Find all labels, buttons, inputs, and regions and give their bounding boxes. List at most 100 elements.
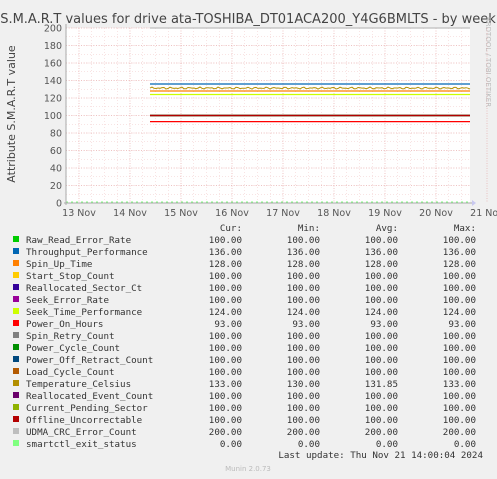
legend-series-name: Load_Cycle_Count (26, 367, 115, 378)
y-tick-label: 0 (56, 199, 62, 210)
legend-value: 100.00 (209, 415, 242, 426)
legend-value: 100.00 (443, 403, 476, 414)
legend-value: 100.00 (209, 235, 242, 246)
legend-value: 136.00 (287, 247, 320, 258)
legend-header: Avg: (376, 223, 398, 234)
legend-value: 100.00 (365, 271, 398, 282)
legend-header: Min: (298, 223, 320, 234)
legend-value: 100.00 (443, 235, 476, 246)
legend-swatch (13, 392, 19, 398)
legend-value: 128.00 (287, 259, 320, 270)
legend-value: 0.00 (376, 439, 398, 450)
legend-value: 124.00 (287, 307, 320, 318)
legend-value: 100.00 (443, 271, 476, 282)
legend: Cur: Min: Avg: Max: Raw_Read_Error_Rate 100.0… (13, 223, 476, 450)
y-tick-label: 200 (44, 24, 62, 35)
y-tick-label: 120 (44, 94, 62, 105)
legend-value: 100.00 (287, 235, 320, 246)
legend-series-name: Offline_Uncorrectable (26, 415, 142, 426)
legend-value: 128.00 (365, 259, 398, 270)
legend-value: 100.00 (287, 343, 320, 354)
chart-title: S.M.A.R.T values for drive ata-TOSHIBA_D… (0, 12, 496, 27)
legend-value: 100.00 (365, 295, 398, 306)
x-axis-arrow (472, 200, 476, 206)
legend-series-name: Spin_Retry_Count (26, 331, 115, 342)
legend-value: 200.00 (287, 427, 320, 438)
legend-value: 100.00 (287, 283, 320, 294)
legend-value: 100.00 (287, 295, 320, 306)
legend-value: 0.00 (298, 439, 320, 450)
legend-series-name: Power_Cycle_Count (26, 343, 120, 354)
legend-swatch (13, 260, 19, 266)
legend-swatch (13, 344, 19, 350)
legend-swatch (13, 236, 19, 242)
legend-value: 131.85 (365, 379, 398, 390)
legend-series-name: Reallocated_Sector_Ct (26, 283, 142, 294)
legend-value: 128.00 (209, 259, 242, 270)
x-tick-label: 18 Nov (317, 208, 351, 219)
legend-value: 100.00 (365, 415, 398, 426)
legend-swatch (13, 296, 19, 302)
x-tick-label: 16 Nov (215, 208, 249, 219)
y-tick-label: 100 (44, 111, 62, 122)
legend-value: 100.00 (443, 367, 476, 378)
legend-value: 100.00 (365, 367, 398, 378)
y-tick-label: 180 (44, 41, 62, 52)
legend-value: 100.00 (209, 271, 242, 282)
legend-value: 100.00 (365, 283, 398, 294)
legend-value: 93.00 (448, 319, 476, 330)
last-update: Last update: Thu Nov 21 14:00:04 2024 (278, 450, 483, 461)
legend-value: 133.00 (209, 379, 242, 390)
legend-swatch (13, 356, 19, 362)
y-axis-label: Attribute S.M.A.R.T value (5, 45, 18, 183)
legend-value: 93.00 (292, 319, 320, 330)
legend-series-name: Raw_Read_Error_Rate (26, 235, 131, 246)
legend-value: 130.00 (287, 379, 320, 390)
legend-value: 200.00 (443, 427, 476, 438)
legend-value: 0.00 (220, 439, 242, 450)
legend-series-name: Reallocated_Event_Count (26, 391, 153, 402)
y-tick-label: 20 (50, 181, 62, 192)
x-tick-label: 15 Nov (164, 208, 198, 219)
y-tick-label: 40 (50, 164, 62, 175)
legend-value: 100.00 (443, 331, 476, 342)
legend-value: 100.00 (443, 283, 476, 294)
legend-swatch (13, 272, 19, 278)
legend-series-name: Seek_Error_Rate (26, 295, 109, 306)
legend-series-name: Power_Off_Retract_Count (26, 355, 153, 366)
y-tick-label: 60 (50, 146, 62, 157)
legend-value: 100.00 (365, 343, 398, 354)
legend-value: 0.00 (454, 439, 476, 450)
legend-swatch (13, 416, 19, 422)
legend-header: Max: (454, 223, 476, 234)
legend-value: 133.00 (443, 379, 476, 390)
munin-version: Munin 2.0.73 (225, 465, 271, 473)
legend-series-name: Throughput_Performance (26, 247, 148, 258)
legend-value: 200.00 (209, 427, 242, 438)
legend-value: 200.00 (365, 427, 398, 438)
legend-value: 100.00 (443, 355, 476, 366)
x-tick-label: 20 Nov (419, 208, 453, 219)
legend-swatch (13, 380, 19, 386)
legend-value: 100.00 (209, 355, 242, 366)
legend-value: 100.00 (287, 415, 320, 426)
legend-value: 100.00 (365, 331, 398, 342)
legend-value: 100.00 (365, 403, 398, 414)
legend-value: 100.00 (365, 355, 398, 366)
legend-series-name: Spin_Up_Time (26, 259, 92, 270)
rrdtool-watermark: RRDTOOL / TOBI OETIKER (484, 17, 492, 107)
legend-swatch (13, 308, 19, 314)
chart: S.M.A.R.T values for drive ata-TOSHIBA_D… (0, 12, 497, 473)
legend-swatch (13, 440, 19, 446)
legend-value: 136.00 (443, 247, 476, 258)
legend-value: 128.00 (443, 259, 476, 270)
legend-value: 100.00 (209, 331, 242, 342)
legend-value: 100.00 (365, 235, 398, 246)
legend-value: 100.00 (209, 283, 242, 294)
legend-header: Cur: (220, 223, 242, 234)
legend-value: 100.00 (209, 391, 242, 402)
legend-value: 100.00 (287, 403, 320, 414)
x-tick-label: 17 Nov (266, 208, 300, 219)
legend-value: 100.00 (443, 415, 476, 426)
legend-series-name: UDMA_CRC_Error_Count (26, 427, 137, 438)
